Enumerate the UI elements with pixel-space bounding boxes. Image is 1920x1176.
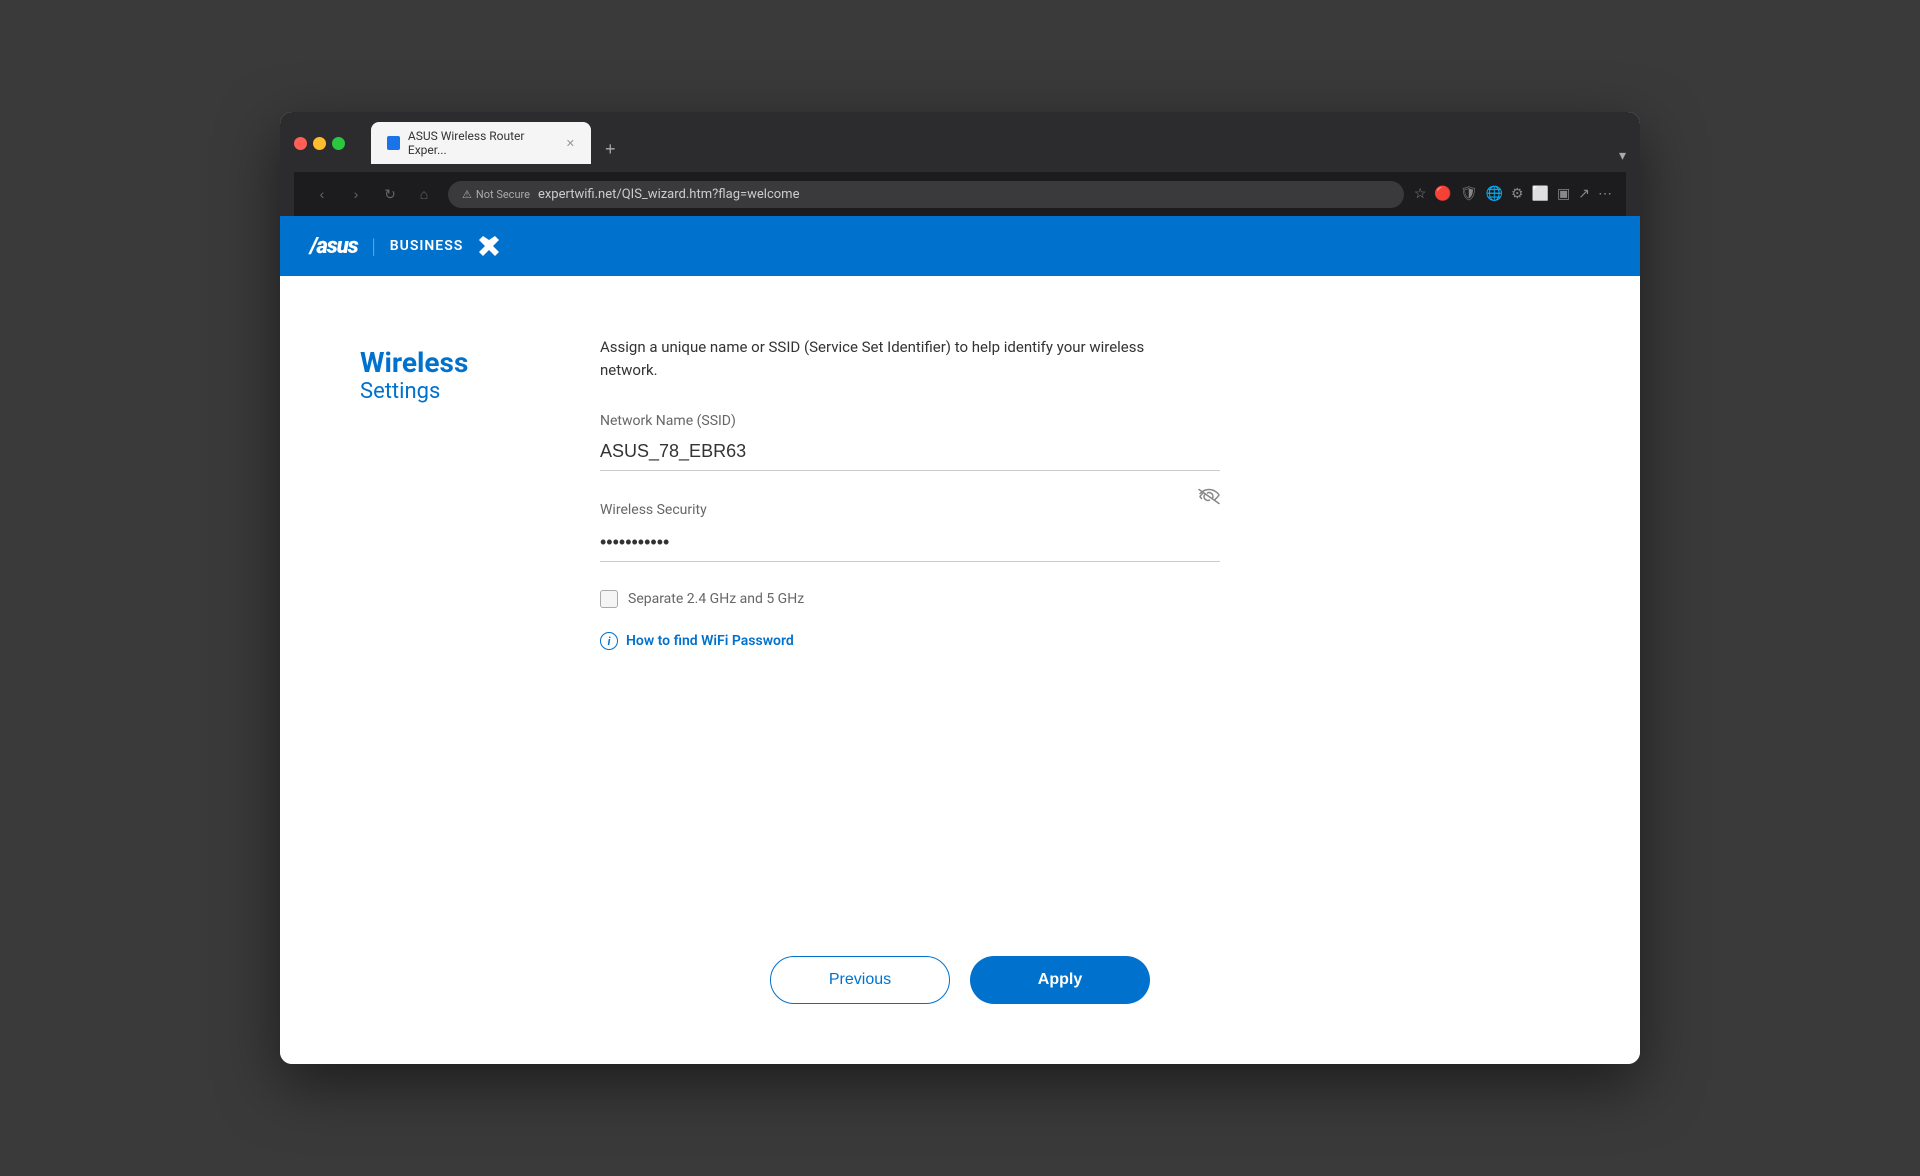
more-icon[interactable]: ⋯ (1598, 186, 1612, 202)
extension-icon-2[interactable]: 🛡 (1460, 186, 1478, 202)
reload-button[interactable]: ↻ (376, 180, 404, 208)
page-content: /asus | BUSINESS Wireless Settings Assig… (280, 216, 1640, 1064)
bookmark-icon[interactable]: ☆ (1414, 186, 1427, 202)
home-button[interactable]: ⌂ (410, 180, 438, 208)
tab-close-icon[interactable]: ✕ (566, 137, 575, 150)
tab-title: ASUS Wireless Router Exper... (408, 129, 554, 157)
back-button[interactable]: ‹ (308, 180, 336, 208)
maximize-button[interactable] (332, 137, 345, 150)
ssid-field-group: Network Name (SSID) (600, 413, 1260, 471)
tab-bar: ASUS Wireless Router Exper... ✕ + ▾ (371, 122, 1626, 164)
wifi-help-link[interactable]: i How to find WiFi Password (600, 632, 1260, 650)
security-label: Wireless Security (600, 502, 707, 518)
button-row: Previous Apply (280, 956, 1640, 1064)
security-field-group: Wireless Security (600, 499, 1260, 562)
titlebar: ASUS Wireless Router Exper... ✕ + ▾ (294, 122, 1626, 164)
extension-icon-3[interactable]: 🌐 (1486, 186, 1503, 202)
extension-icon-5[interactable]: ⬜ (1532, 186, 1549, 202)
tab-right-controls: ▾ (1619, 148, 1626, 164)
sidebar-subtitle: Settings (360, 379, 560, 404)
url-display: expertwifi.net/QIS_wizard.htm?flag=welco… (538, 187, 800, 202)
minimize-button[interactable] (313, 137, 326, 150)
password-visibility-toggle[interactable] (1198, 489, 1220, 510)
warning-icon: ⚠ (462, 188, 472, 201)
nav-buttons: ‹ › ↻ ⌂ (308, 180, 438, 208)
security-field-label-row: Wireless Security (600, 499, 1220, 520)
form-area: Assign a unique name or SSID (Service Se… (560, 336, 1260, 856)
separate-bands-label: Separate 2.4 GHz and 5 GHz (628, 591, 804, 607)
asus-logo-text: /asus (310, 234, 358, 259)
not-secure-label: Not Secure (476, 188, 530, 201)
sidebar-toggle[interactable]: ▣ (1557, 186, 1570, 202)
forward-button[interactable]: › (342, 180, 370, 208)
password-wrapper (600, 528, 1220, 562)
logo-divider: | (372, 234, 376, 258)
wifi-help-text: How to find WiFi Password (626, 633, 794, 649)
browser-chrome: ASUS Wireless Router Exper... ✕ + ▾ ‹ › … (280, 112, 1640, 216)
ssid-input[interactable] (600, 437, 1220, 471)
extension-icon-4[interactable]: ⚙ (1511, 186, 1524, 202)
password-input[interactable] (600, 528, 1220, 562)
close-button[interactable] (294, 137, 307, 150)
asus-logo: /asus | BUSINESS (310, 232, 503, 260)
asus-header: /asus | BUSINESS (280, 216, 1640, 276)
browser-window: ASUS Wireless Router Exper... ✕ + ▾ ‹ › … (280, 112, 1640, 1064)
business-text: BUSINESS (390, 238, 464, 254)
chevron-down-icon: ▾ (1619, 148, 1626, 164)
url-bar[interactable]: ⚠ Not Secure expertwifi.net/QIS_wizard.h… (448, 181, 1404, 208)
separate-bands-checkbox[interactable] (600, 590, 618, 608)
apply-button[interactable]: Apply (970, 956, 1150, 1004)
share-icon[interactable]: ↗ (1578, 186, 1590, 202)
form-description: Assign a unique name or SSID (Service Se… (600, 336, 1160, 381)
main-body: Wireless Settings Assign a unique name o… (280, 276, 1640, 916)
previous-button[interactable]: Previous (770, 956, 950, 1004)
info-icon: i (600, 632, 618, 650)
asus-x-icon (475, 232, 503, 260)
ssid-label: Network Name (SSID) (600, 413, 1260, 429)
traffic-lights (294, 137, 345, 150)
address-right-icons: ☆ 🔴 🛡 🌐 ⚙ ⬜ ▣ ↗ ⋯ (1414, 186, 1612, 202)
active-tab[interactable]: ASUS Wireless Router Exper... ✕ (371, 122, 591, 164)
sidebar-title: Wireless (360, 346, 560, 379)
tab-favicon (387, 136, 400, 150)
separate-bands-row: Separate 2.4 GHz and 5 GHz (600, 590, 1260, 608)
sidebar: Wireless Settings (360, 336, 560, 856)
new-tab-button[interactable]: + (597, 135, 624, 164)
extension-icon-1[interactable]: 🔴 (1434, 186, 1451, 202)
not-secure-badge: ⚠ Not Secure (462, 188, 530, 201)
address-bar: ‹ › ↻ ⌂ ⚠ Not Secure expertwifi.net/QIS_… (294, 172, 1626, 216)
